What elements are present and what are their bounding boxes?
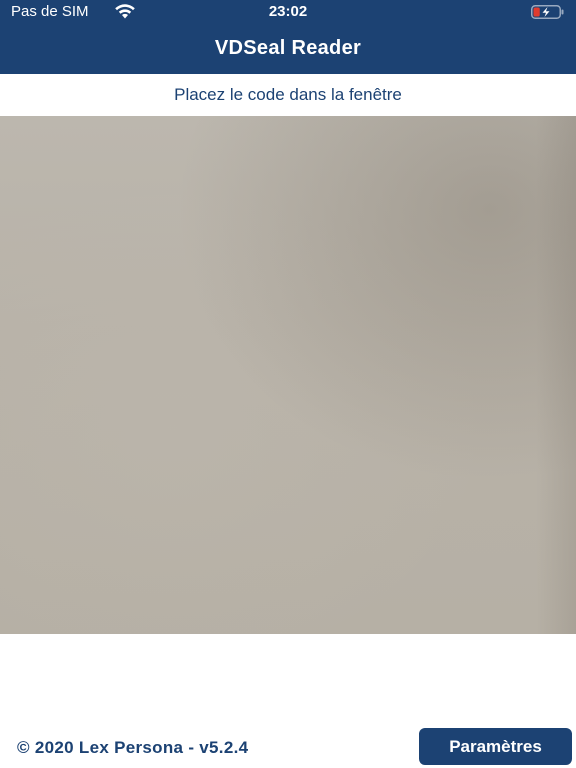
scan-instruction: Placez le code dans la fenêtre (174, 85, 402, 104)
battery-charging-icon (531, 5, 564, 19)
navigation-bar: Pas de SIM 23:02 VDSeal Reader (0, 0, 576, 74)
camera-viewfinder[interactable] (0, 116, 576, 634)
settings-button[interactable]: Paramètres (419, 728, 572, 765)
footer: © 2020 Lex Persona - v5.2.4 Paramètres (0, 726, 576, 768)
status-bar: Pas de SIM 23:02 (0, 0, 576, 24)
status-time: 23:02 (268, 3, 308, 20)
app-title: VDSeal Reader (214, 37, 362, 59)
copyright-version-label: © 2020 Lex Persona - v5.2.4 (17, 738, 249, 757)
app-screen: Pas de SIM 23:02 VDSeal Reader Placez le… (0, 0, 576, 768)
